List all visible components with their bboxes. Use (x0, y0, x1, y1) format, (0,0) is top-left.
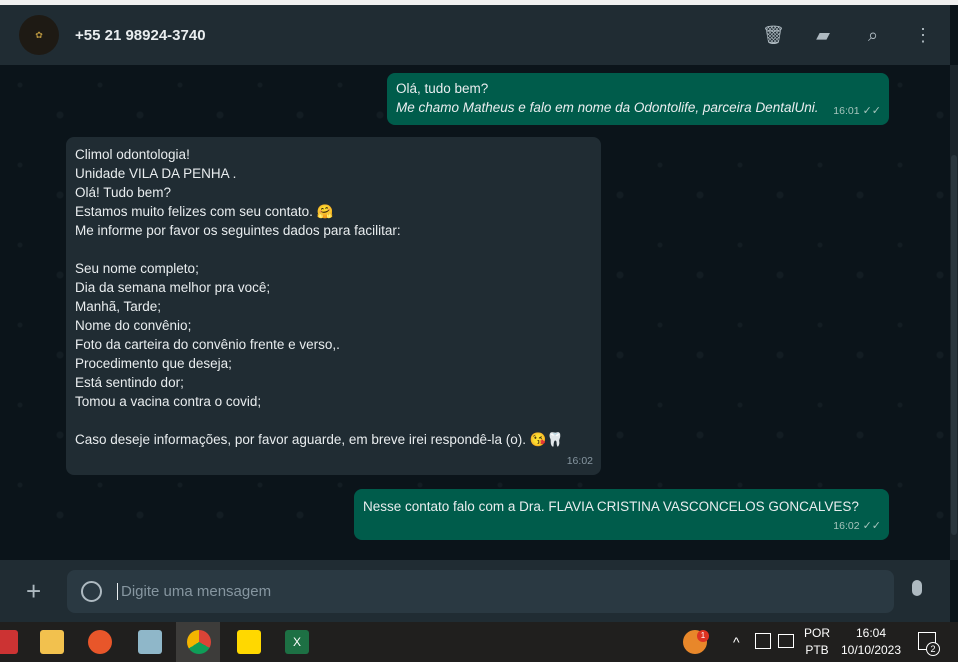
language[interactable]: POR (802, 625, 832, 642)
message-placeholder: Digite uma mensagem (117, 583, 271, 600)
chat-header: ✿ +55 21 98924-3740 🗑 ▰ ⌕ ⋮ (0, 5, 950, 65)
clock-date[interactable]: 10/10/2023 (840, 642, 902, 659)
message-time: 16:01 (833, 105, 860, 117)
notification-count: 2 (926, 642, 940, 656)
message-text (75, 411, 592, 430)
clock-time[interactable]: 16:04 (840, 625, 902, 642)
excel-icon[interactable]: X (285, 630, 309, 654)
message-text: Me chamo Matheus e falo em nome da Odont… (396, 100, 819, 115)
scrollbar[interactable] (950, 65, 958, 560)
avatar[interactable]: ✿ (19, 15, 59, 55)
label-icon[interactable]: ▰ (812, 25, 834, 46)
message-input[interactable]: Digite uma mensagem (67, 570, 894, 613)
message-text: Nesse contato falo com a Dra. FLAVIA CRI… (363, 499, 859, 514)
snipping-tool-icon[interactable] (0, 630, 18, 654)
message-text: Climol odontologia! (75, 147, 190, 162)
double-check-icon: ✓✓ (862, 105, 881, 117)
notepad-icon[interactable] (138, 630, 162, 654)
message-time: 16:02 (566, 455, 593, 467)
message-text: Olá! Tudo bem? (75, 185, 172, 200)
file-explorer-icon[interactable] (40, 630, 64, 654)
chevron-up-icon[interactable]: ^ (733, 634, 740, 651)
emoji-icon[interactable] (81, 581, 102, 602)
message-text (75, 240, 592, 259)
sticky-notes-icon[interactable] (237, 630, 261, 654)
message-text: Procedimento que deseja; (75, 356, 232, 371)
more-vert-icon[interactable]: ⋮ (912, 25, 934, 46)
message-text: Seu nome completo; (75, 261, 199, 276)
search-icon[interactable]: ⌕ (862, 25, 884, 46)
message-time: 16:02 (833, 520, 860, 532)
double-check-icon: ✓✓ (862, 520, 881, 532)
sync-icon[interactable] (755, 633, 771, 649)
message-text: Está sentindo dor; (75, 375, 184, 390)
message-text: Unidade VILA DA PENHA . (75, 166, 237, 181)
message-text: Foto da carteira do convênio frente e ve… (75, 337, 340, 352)
message-incoming: Climol odontologia! Unidade VILA DA PENHA… (66, 137, 601, 475)
message-text: Caso deseje informações, por favor aguar… (75, 432, 564, 447)
trash-icon[interactable]: 🗑 (762, 25, 785, 46)
message-text: Estamos muito felizes com seu contato. 🤗 (75, 204, 334, 219)
taskbar: X 1 ^ POR PTB 16:04 10/10/2023 2 (0, 622, 958, 662)
app-badge: 1 (697, 630, 709, 642)
attach-plus-icon[interactable]: + (26, 578, 41, 604)
network-icon[interactable] (778, 634, 794, 648)
message-text: Manhã, Tarde; (75, 299, 162, 314)
contact-name[interactable]: +55 21 98924-3740 (75, 27, 206, 44)
message-outgoing: Nesse contato falo com a Dra. FLAVIA CRI… (354, 489, 889, 540)
message-text: Olá, tudo bem? (396, 81, 489, 96)
message-text: Tomou a vacina contra o covid; (75, 394, 262, 409)
microphone-icon[interactable] (912, 580, 922, 596)
chrome-icon[interactable] (187, 630, 211, 654)
keyboard-layout[interactable]: PTB (802, 642, 832, 659)
message-text: Me informe por favor os seguintes dados … (75, 223, 401, 238)
message-text: Nome do convênio; (75, 318, 192, 333)
firefox-icon[interactable] (88, 630, 112, 654)
message-outgoing: Olá, tudo bem? Me chamo Matheus e falo e… (387, 73, 889, 125)
message-text: Dia da semana melhor pra você; (75, 280, 271, 295)
composer: + Digite uma mensagem (0, 560, 950, 622)
message-list: Olá, tudo bem? Me chamo Matheus e falo e… (0, 65, 950, 560)
